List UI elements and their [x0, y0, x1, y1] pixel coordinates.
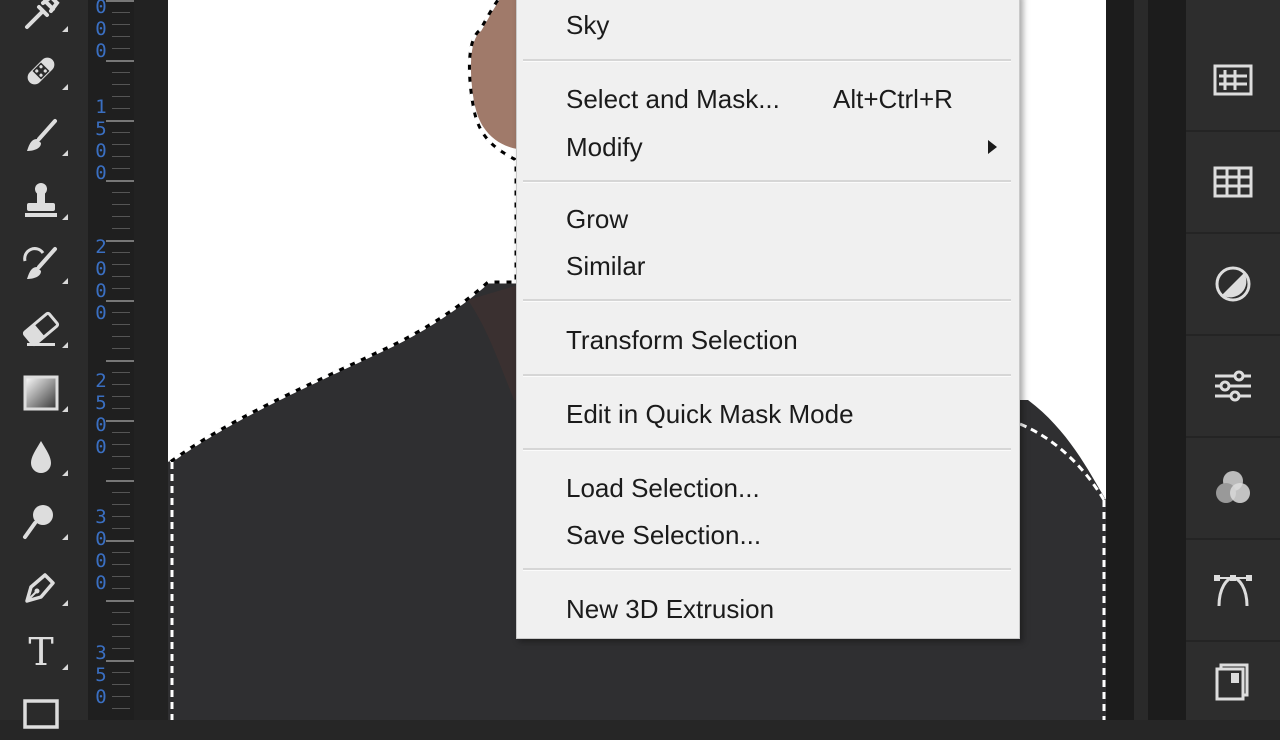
panel-dock [1186, 0, 1280, 720]
menu-item-grow[interactable]: Grow [518, 196, 1016, 242]
channels-icon[interactable] [1186, 438, 1280, 540]
menu-item-save-selection[interactable]: Save Selection... [518, 512, 1016, 558]
menu-item-edit-in-quick-mask-mode[interactable]: Edit in Quick Mask Mode [518, 391, 1016, 437]
menu-separator [523, 448, 1011, 451]
menu-item-sky[interactable]: Sky [518, 2, 1016, 48]
table-grid-icon[interactable] [1186, 132, 1280, 234]
glyphs-icon[interactable] [1186, 30, 1280, 132]
vertical-ruler: 000 1500 2000 2500 3000 350 [88, 0, 134, 720]
menu-item-select-and-mask[interactable]: Select and Mask... Alt+Ctrl+R [518, 76, 1016, 122]
ruler-label: 000 [95, 0, 107, 62]
menu-separator [523, 374, 1011, 377]
history-brush-icon[interactable] [14, 240, 68, 290]
menu-item-transform-selection[interactable]: Transform Selection [518, 317, 1016, 363]
submenu-arrow-icon [988, 140, 997, 154]
healing-brush-icon[interactable] [14, 46, 68, 96]
menu-separator [523, 568, 1011, 571]
dodge-icon[interactable] [14, 496, 68, 546]
ruler-label: 1500 [95, 96, 107, 184]
menu-separator [523, 59, 1011, 62]
menu-item-load-selection[interactable]: Load Selection... [518, 465, 1016, 511]
ruler-label: 3000 [95, 506, 107, 594]
type-icon[interactable]: T [14, 626, 68, 676]
blur-drop-icon[interactable] [14, 432, 68, 482]
rectangle-icon[interactable] [14, 690, 68, 740]
tools-panel: T [0, 0, 88, 729]
gradient-icon[interactable] [14, 368, 68, 418]
ruler-label: 2000 [95, 236, 107, 324]
paths-icon[interactable] [1186, 540, 1280, 642]
menu-item-new-3d-extrusion[interactable]: New 3D Extrusion [518, 586, 1016, 632]
clone-stamp-icon[interactable] [14, 176, 68, 226]
ruler-label: 350 [95, 642, 107, 708]
adjustments-icon[interactable] [1186, 234, 1280, 336]
canvas-gutter [134, 0, 168, 720]
eraser-icon[interactable] [14, 304, 68, 354]
selection-context-menu: Sky Select and Mask... Alt+Ctrl+R Modify … [516, 0, 1020, 639]
eyedropper-icon[interactable] [14, 0, 68, 38]
menu-separator [523, 299, 1011, 302]
right-gutter [1106, 0, 1186, 720]
menu-item-similar[interactable]: Similar [518, 243, 1016, 289]
svg-text:T: T [28, 630, 53, 673]
ruler-label: 2500 [95, 370, 107, 458]
menu-separator [523, 180, 1011, 183]
shortcut-label: Alt+Ctrl+R [833, 84, 953, 114]
brush-icon[interactable] [14, 112, 68, 162]
menu-item-modify[interactable]: Modify [518, 124, 1016, 170]
pen-icon[interactable] [14, 562, 68, 612]
layer-comps-icon[interactable] [1186, 642, 1280, 720]
properties-sliders-icon[interactable] [1186, 336, 1280, 438]
